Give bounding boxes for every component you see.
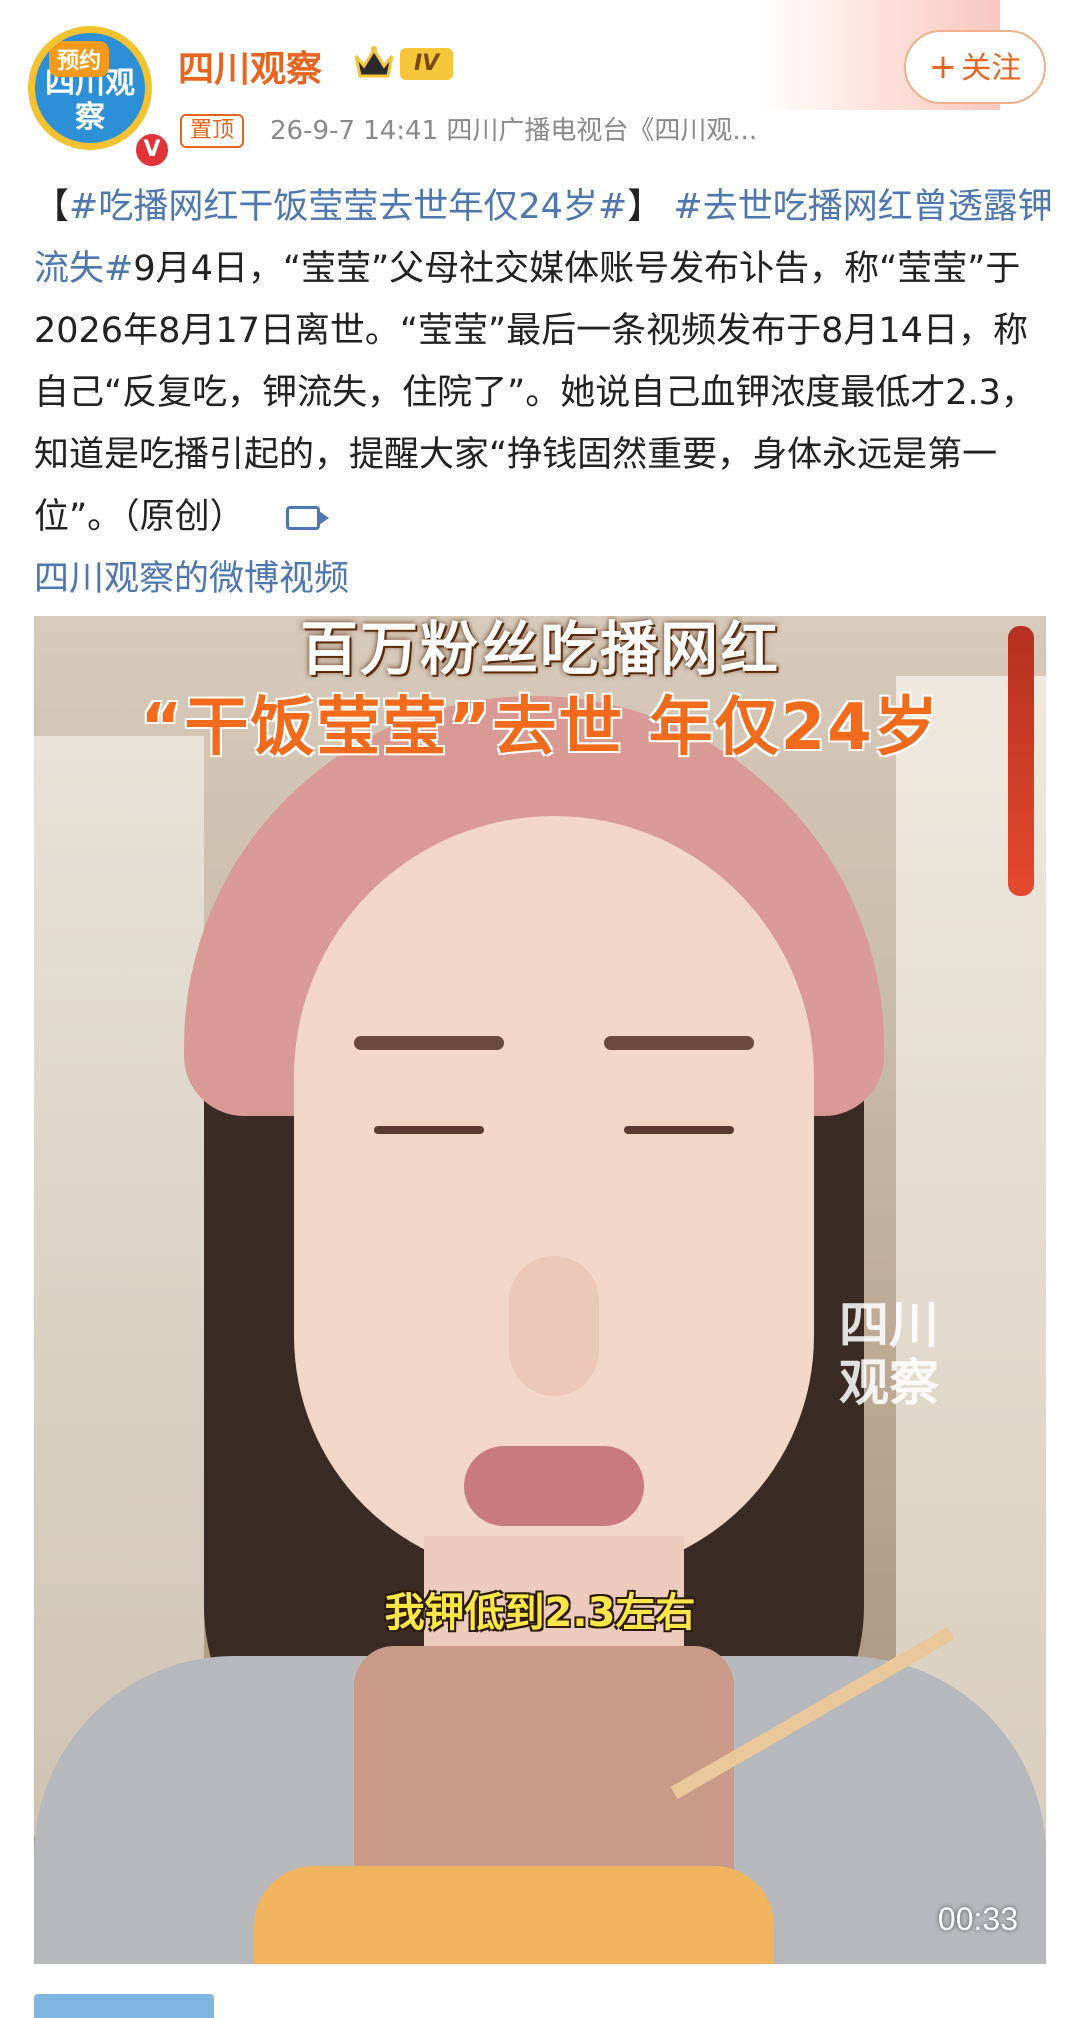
post-header: 预约 四川观察 V 四川观察 IV 置顶 26-9-7 14:41 四川广播电视… bbox=[0, 0, 1080, 170]
watermark-logo: 四川观察 bbox=[839, 1296, 939, 1412]
left-eye-closed bbox=[374, 1126, 484, 1134]
post-text: 【#吃播网红干饭莹莹去世年仅24岁#】 #去世吃播网红曾透露钾流失#9月4日，“… bbox=[34, 176, 1054, 610]
video-title-line2: “干饭莹莹”去世 年仅24岁 bbox=[140, 691, 940, 765]
post-meta: 26-9-7 14:41 四川广播电视台《四川观... bbox=[270, 116, 758, 146]
person-mouth bbox=[464, 1446, 644, 1526]
video-subtitle: 我钾低到2.3左右 bbox=[384, 1590, 696, 1636]
follow-button[interactable]: + 关注 bbox=[904, 30, 1046, 104]
avatar-tag: 预约 bbox=[49, 41, 110, 77]
video-player[interactable]: 百万粉丝吃播网红 “干饭莹莹”去世 年仅24岁 四川观察 我钾低到2.3左右 0… bbox=[34, 616, 1046, 1964]
account-name[interactable]: 四川观察 bbox=[178, 40, 322, 92]
video-link[interactable]: 四川观察的微博视频 bbox=[34, 559, 349, 599]
post-body: 9月4日，“莹莹”父母社交媒体账号发布讣告，称“莹莹”于2026年8月17日离世… bbox=[34, 249, 1036, 537]
verified-icon: V bbox=[132, 130, 172, 170]
crown-icon bbox=[354, 46, 394, 78]
plus-icon: + bbox=[928, 47, 958, 87]
bracket-open: 【 bbox=[34, 187, 70, 227]
video-camera-icon bbox=[285, 506, 329, 530]
hashtag-link[interactable]: #吃播网红干饭莹莹去世年仅24岁# bbox=[69, 187, 627, 227]
pinned-badge: 置顶 bbox=[180, 114, 245, 148]
bracket-close: 】 bbox=[627, 187, 663, 227]
next-item-preview bbox=[34, 1994, 214, 2018]
avatar[interactable]: 预约 四川观察 V bbox=[28, 26, 172, 170]
video-duration: 00:33 bbox=[937, 1901, 1018, 1937]
follow-label: 关注 bbox=[961, 51, 1022, 86]
person-nose bbox=[509, 1256, 599, 1396]
avatar-image: 预约 四川观察 bbox=[35, 33, 145, 143]
food-plate bbox=[254, 1866, 774, 1964]
left-eyebrow bbox=[354, 1036, 504, 1050]
right-eye-closed bbox=[624, 1126, 734, 1134]
right-eyebrow bbox=[604, 1036, 754, 1050]
avatar-logo-text: 四川观察 bbox=[45, 66, 135, 135]
level-badge: IV bbox=[400, 48, 454, 80]
